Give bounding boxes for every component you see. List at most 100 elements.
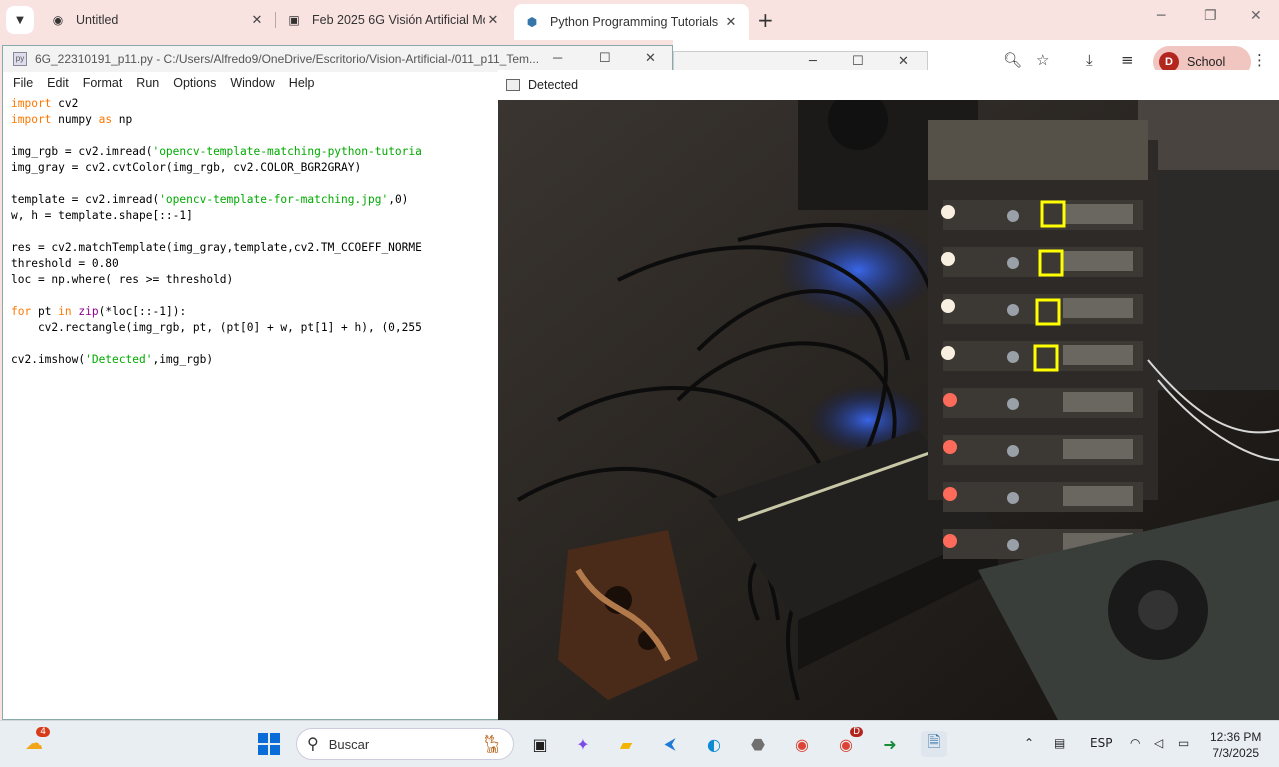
port — [1007, 492, 1019, 504]
menu-help[interactable]: Help — [289, 76, 315, 90]
heatsink — [1063, 298, 1133, 318]
code-line[interactable]: template = cv2.imread('opencv-template-f… — [11, 192, 501, 208]
copilot-icon[interactable]: ✦ — [570, 731, 596, 757]
windows-start-icon[interactable] — [256, 731, 282, 757]
heatsink — [1063, 392, 1133, 412]
led-light — [941, 252, 955, 266]
code-line[interactable] — [11, 224, 501, 240]
download-icon[interactable]: ⤓ — [1086, 51, 1093, 69]
chrome-badge: D — [850, 727, 863, 737]
led-light — [941, 346, 955, 360]
weather-widget-icon[interactable]: ☁ 4 — [20, 727, 50, 757]
detected-window-title: Detected — [528, 78, 579, 92]
tab-search-button[interactable]: ▼ — [6, 6, 34, 34]
show-hidden-icons-icon[interactable]: ⌃ — [1024, 736, 1034, 750]
clock-time: 12:36 PM — [1210, 730, 1262, 744]
code-editor[interactable]: import cv2 import numpy as np img_rgb = c… — [11, 96, 501, 716]
menu-format[interactable]: Format — [83, 76, 123, 90]
menu-window[interactable]: Window — [230, 76, 274, 90]
clock-date: 7/3/2025 — [1212, 746, 1260, 760]
code-line[interactable]: threshold = 0.80 — [11, 256, 501, 272]
chrome-icon[interactable]: ◉ — [789, 731, 815, 757]
led-light — [941, 205, 955, 219]
code-line[interactable] — [11, 336, 501, 352]
close-window-icon[interactable]: ✕ — [645, 50, 656, 66]
chevron-down-icon: ▼ — [16, 14, 24, 26]
profile-label: School — [1187, 55, 1226, 69]
python-idle-icon[interactable]: 🗎 — [921, 731, 947, 757]
file-explorer-icon[interactable]: ▰ — [613, 731, 639, 757]
system-clock[interactable]: 12:36 PM 7/3/2025 — [1210, 729, 1261, 761]
code-line[interactable]: import cv2 — [11, 96, 501, 112]
tab-untitled[interactable]: ◉ Untitled ✕ — [40, 4, 275, 36]
port — [1007, 398, 1019, 410]
new-tab-button[interactable]: + — [757, 8, 774, 32]
media-controls-icon[interactable]: ≡ — [1121, 51, 1134, 69]
menu-run[interactable]: Run — [136, 76, 159, 90]
tab-python-tutorials[interactable]: ⬢ Python Programming Tutorials ✕ — [514, 4, 749, 40]
bookmark-star-icon[interactable]: ☆ — [1036, 51, 1049, 69]
menu-edit[interactable]: Edit — [47, 76, 69, 90]
idle-window-title: 6G_22310191_p11.py - C:/Users/Alfredo9/O… — [35, 52, 540, 66]
globe-icon: ◉ — [52, 13, 64, 27]
led-light — [943, 393, 957, 407]
edge-icon[interactable]: ◐ — [701, 731, 727, 757]
wifi-icon[interactable]: ◠ — [1130, 736, 1140, 750]
classroom-icon: ▣ — [288, 13, 300, 27]
detected-window: Detected — [498, 70, 1279, 720]
close-tab-icon[interactable]: ✕ — [485, 12, 501, 28]
code-line[interactable] — [11, 288, 501, 304]
heatsink — [1063, 251, 1133, 271]
port — [1007, 210, 1019, 222]
terminal-icon[interactable]: ➜ — [877, 731, 903, 757]
code-line[interactable]: import numpy as np — [11, 112, 501, 128]
close-window-icon[interactable]: ✕ — [898, 54, 909, 69]
heatsink — [1063, 204, 1133, 224]
task-view-icon[interactable]: ▣ — [527, 731, 553, 757]
menu-options[interactable]: Options — [173, 76, 216, 90]
code-line[interactable]: for pt in zip(*loc[::-1]): — [11, 304, 501, 320]
close-tab-icon[interactable]: ✕ — [723, 14, 739, 30]
code-line[interactable]: img_gray = cv2.cvtColor(img_rgb, cv2.COL… — [11, 160, 501, 176]
volume-icon[interactable]: ◁ — [1154, 736, 1163, 750]
tab-classroom[interactable]: ▣ Feb 2025 6G Visión Artificial Mo ✕ — [276, 4, 511, 36]
led-light — [943, 440, 957, 454]
close-tab-icon[interactable]: ✕ — [249, 12, 265, 28]
code-line[interactable]: img_rgb = cv2.imread('opencv-template-ma… — [11, 144, 501, 160]
port — [1007, 445, 1019, 457]
maximize-icon[interactable]: ☐ — [599, 50, 611, 66]
taskbar-search[interactable]: ⚲ Buscar 🦌︎ — [296, 728, 514, 760]
menu-file[interactable]: File — [13, 76, 33, 90]
python-icon: ⬢ — [526, 15, 538, 29]
detected-titlebar: Detected — [498, 70, 1279, 100]
chrome-profile-icon[interactable]: ◉ D — [833, 727, 863, 757]
close-window-icon[interactable]: ✕ — [1250, 8, 1262, 24]
heatsink — [1063, 486, 1133, 506]
code-line[interactable]: res = cv2.matchTemplate(img_gray,templat… — [11, 240, 501, 256]
app-box-icon[interactable]: ⬣ — [745, 731, 771, 757]
code-line[interactable]: w, h = template.shape[::-1] — [11, 208, 501, 224]
code-line[interactable]: cv2.imshow('Detected',img_rgb) — [11, 352, 501, 368]
port — [1007, 304, 1019, 316]
minimize-icon[interactable]: ─ — [809, 54, 817, 69]
search-input[interactable]: Buscar — [329, 737, 369, 752]
language-indicator[interactable]: ESP — [1090, 736, 1112, 750]
code-line[interactable] — [11, 128, 501, 144]
maximize-icon[interactable]: ☐ — [852, 54, 864, 69]
code-line[interactable] — [11, 176, 501, 192]
heatsink — [1063, 439, 1133, 459]
code-line[interactable]: loc = np.where( res >= threshold) — [11, 272, 501, 288]
led-light — [941, 299, 955, 313]
port — [1007, 539, 1019, 551]
more-menu-icon[interactable]: ⋮ — [1252, 51, 1267, 69]
code-line[interactable]: cv2.rectangle(img_rgb, pt, (pt[0] + w, p… — [11, 320, 501, 336]
vscode-icon[interactable]: ⮜ — [657, 731, 683, 757]
minimize-icon[interactable]: ─ — [1157, 8, 1165, 24]
browser-tab-strip: ▼ ◉ Untitled ✕ ▣ Feb 2025 6G Visión Arti… — [0, 0, 1279, 40]
restore-icon[interactable]: ❐ — [1204, 8, 1217, 24]
zoom-icon[interactable]: 🔍︎ — [1003, 51, 1022, 69]
battery-icon[interactable]: ▭ — [1178, 736, 1189, 750]
minimize-icon[interactable]: ─ — [553, 50, 562, 65]
device-icon[interactable]: ▤ — [1054, 736, 1065, 750]
windows-taskbar: ☁ 4 ⚲ Buscar 🦌︎ ▣ ✦ ▰ ⮜ ◐ ⬣ ◉ ◉ D ➜ 🗎 ⌃ … — [0, 720, 1279, 767]
